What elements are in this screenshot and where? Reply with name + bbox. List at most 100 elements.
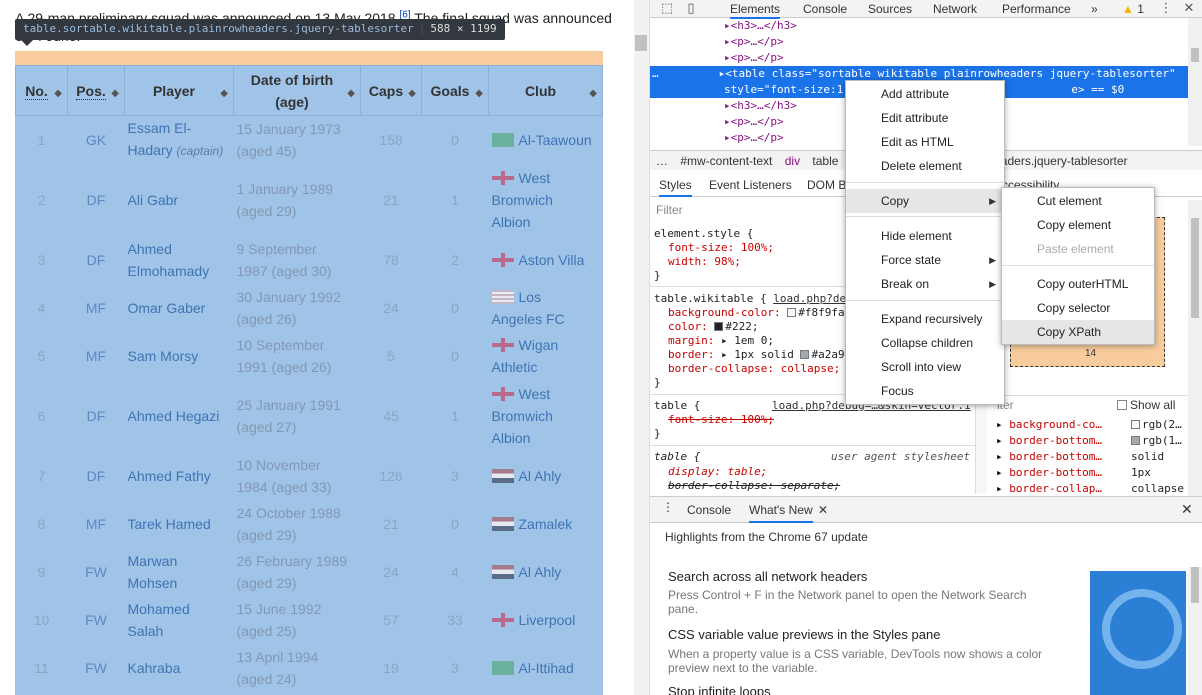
position-link[interactable]: DF [87,252,106,268]
menu-hide-element[interactable]: Hide element [846,224,1004,248]
close-devtools-icon[interactable]: ✕ [1181,0,1197,16]
player-link[interactable]: Salah [128,623,164,639]
style-property[interactable]: font-size: 100%; [668,241,774,255]
menu-focus[interactable]: Focus [846,379,1004,403]
dom-node[interactable]: ▸<p>…</p> [724,34,784,50]
tab-event-listeners[interactable]: Event Listeners [709,178,792,192]
news-title[interactable]: Stop infinite loops [668,684,771,695]
cell-player[interactable]: Mohamed Salah [125,596,234,644]
expand-arrow-icon[interactable]: ▸ [996,418,1009,431]
player-link[interactable]: Omar Gaber [128,300,206,316]
position-link[interactable]: FW [85,564,107,580]
player-link[interactable]: Mohamed [128,601,190,617]
club-link[interactable]: Albion [492,430,531,446]
menu-copy-xpath[interactable]: Copy XPath [1002,320,1154,344]
club-link[interactable]: West [519,170,551,186]
computed-property[interactable]: ▸ border-collap… collapse [996,481,1184,497]
device-toolbar-icon[interactable]: ▯ [683,0,699,16]
cell-player[interactable]: Sam Morsy [125,332,234,380]
position-link[interactable]: MF [86,516,106,532]
cell-player[interactable]: Ahmed Elmohamady [125,236,234,284]
breadcrumb-item[interactable]: aders.jquery-tablesorter [1001,154,1128,168]
computed-property[interactable]: ▸ border-bottom… solid [996,449,1164,465]
club-link[interactable]: Al-Ittihad [519,660,574,676]
cell-club[interactable]: Los Angeles FC [489,284,603,332]
position-link[interactable]: DF [87,192,106,208]
computed-property[interactable]: ▸ background-co… rgb(2… [996,417,1182,433]
club-link[interactable]: Al-Taawoun [519,132,592,148]
header-player[interactable]: Player ◆ [124,65,234,116]
menu-edit-as-html[interactable]: Edit as HTML [846,130,1004,154]
position-link[interactable]: MF [86,348,106,364]
header-pos[interactable]: Pos. ◆ [67,65,125,116]
cell-pos[interactable]: MF [68,500,125,548]
elements-scrollbar[interactable] [1188,18,1202,146]
player-link[interactable]: Elmohamady [128,263,210,279]
menu-copy-outerhtml[interactable]: Copy outerHTML [1002,272,1154,296]
club-link[interactable]: Los [519,289,542,305]
drawer-scrollbar[interactable] [1188,567,1202,695]
position-link[interactable]: DF [87,468,106,484]
menu-cut-element[interactable]: Cut element [1002,189,1154,213]
breadcrumb-item[interactable]: div [785,154,800,168]
cell-pos[interactable]: GK [68,116,125,164]
drawer-tab-console[interactable]: Console [687,503,731,517]
cell-pos[interactable]: DF [68,236,125,284]
dom-node[interactable]: ▸<h3>…</h3> [724,98,797,114]
color-swatch[interactable] [1131,436,1140,445]
cell-pos[interactable]: DF [68,380,125,452]
close-drawer-icon[interactable]: ✕ [1181,501,1193,518]
cell-pos[interactable]: DF [68,164,125,236]
menu-delete-element[interactable]: Delete element [846,154,1004,178]
breadcrumb-item[interactable]: #mw-content-text [680,154,772,168]
news-title[interactable]: CSS variable value previews in the Style… [668,627,940,642]
tab-dom-breakpoints[interactable]: DOM B [807,178,846,192]
cell-pos[interactable]: DF [68,452,125,500]
player-link[interactable]: Marwan [128,553,178,569]
expand-arrow-icon[interactable]: ▸ [996,434,1009,447]
expand-arrow-icon[interactable]: ▸ [996,450,1009,463]
cell-club[interactable]: West Bromwich Albion [489,164,603,236]
page-scrollbar[interactable] [634,0,650,695]
menu-expand-recursively[interactable]: Expand recursively [846,307,1004,331]
cell-player[interactable]: Essam El- Hadary (captain) [125,116,234,164]
dom-ellipsis[interactable]: … [650,67,659,80]
cell-player[interactable]: Tarek Hamed [125,500,234,548]
cell-club[interactable]: West Bromwich Albion [489,380,603,452]
tab-network[interactable]: Network [933,1,977,17]
position-link[interactable]: FW [85,660,107,676]
style-property[interactable]: width: 98%; [668,255,741,269]
cell-player[interactable]: Marwan Mohsen [125,548,234,596]
cell-club[interactable]: Zamalek [489,500,603,548]
cell-pos[interactable]: FW [68,596,125,644]
club-link[interactable]: Liverpool [519,612,576,628]
cell-club[interactable]: Al-Taawoun [489,116,603,164]
club-link[interactable]: Aston Villa [519,252,585,268]
color-swatch[interactable] [787,308,797,317]
cell-club[interactable]: Aston Villa [489,236,603,284]
position-link[interactable]: MF [86,300,106,316]
more-tabs-icon[interactable]: » [1091,1,1098,17]
header-goals[interactable]: Goals ◆ [421,65,489,116]
warning-badge[interactable]: ▲ 1 [1122,1,1144,17]
menu-copy-element[interactable]: Copy element [1002,213,1154,237]
drawer-tab-whats-new[interactable]: What's New [749,503,813,523]
player-link[interactable]: Ahmed [128,241,172,257]
cell-player[interactable]: Ahmed Fathy [125,452,234,500]
tab-sources[interactable]: Sources [868,1,912,17]
style-property[interactable]: border-collapse: collapse; [668,362,840,376]
club-link[interactable]: Zamalek [519,516,573,532]
cell-club[interactable]: Wigan Athletic [489,332,603,380]
tab-performance[interactable]: Performance [1002,1,1071,17]
player-link[interactable]: Ali Gabr [128,192,179,208]
color-swatch[interactable] [714,322,724,331]
club-link[interactable]: Bromwich [492,408,553,424]
breadcrumb-item[interactable]: table [812,154,838,168]
position-link[interactable]: GK [86,132,106,148]
dom-node[interactable]: ▸<h3>…</h3> [724,18,797,34]
style-property-overridden[interactable]: border-collapse: separate; [668,479,840,493]
style-property[interactable]: margin: ▸ 1em 0; [668,334,774,348]
player-link[interactable]: Tarek Hamed [128,516,211,532]
club-link[interactable]: Al Ahly [519,564,562,580]
dom-node[interactable]: ▸<p>…</p> [724,130,784,146]
